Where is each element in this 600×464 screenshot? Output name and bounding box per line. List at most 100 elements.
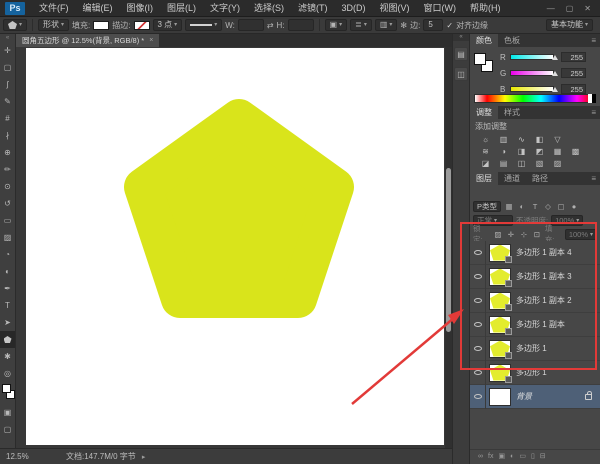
adjustment-layer-icon[interactable]: ◐ (510, 453, 514, 460)
path-arrangement-button[interactable]: ▥▾ (375, 19, 398, 31)
zoom-tool[interactable]: ◎ (0, 365, 15, 382)
screen-mode-button[interactable]: ▢ (0, 421, 15, 438)
visibility-toggle[interactable] (470, 337, 486, 361)
minimize-button[interactable]: — (547, 0, 555, 17)
layer-name[interactable]: 多边形 1 (516, 343, 547, 354)
layer-thumbnail[interactable] (490, 269, 510, 285)
menu-filter[interactable]: 滤镜(T) (291, 0, 335, 17)
blur-tool[interactable]: ◔ (0, 246, 15, 263)
checkmark-icon[interactable]: ✓ (446, 21, 453, 30)
color-spectrum-ramp[interactable] (474, 94, 596, 103)
filter-smart-objects-icon[interactable]: ▢ (556, 202, 566, 211)
path-alignment-button[interactable]: ≣▾ (350, 19, 372, 31)
layer-row-polygon-copy-2[interactable]: 多边形 1 副本 2 (470, 289, 600, 313)
history-brush-tool[interactable]: ↺ (0, 195, 15, 212)
filter-pixel-layers-icon[interactable]: ▦ (504, 202, 514, 211)
path-selection-tool[interactable]: ➤ (0, 314, 15, 331)
stroke-width-field[interactable]: 3 点▾ (153, 19, 183, 31)
green-channel-value[interactable]: 255 (561, 68, 586, 78)
menu-help[interactable]: 帮助(H) (463, 0, 508, 17)
menu-type[interactable]: 文字(Y) (203, 0, 247, 17)
tab-color[interactable]: 颜色 (470, 34, 498, 47)
layer-row-polygon-copy-4[interactable]: 多边形 1 副本 4 (470, 241, 600, 265)
layer-row-polygon-1b[interactable]: 多边形 1 (470, 361, 600, 385)
tool-preset-picker[interactable]: ▾ (3, 19, 27, 31)
posterize-icon[interactable]: ▤ (495, 158, 512, 170)
collapsed-panel-history-icon[interactable]: ▤ (454, 47, 468, 61)
path-operations-button[interactable]: ▣▾ (325, 19, 348, 31)
levels-icon[interactable]: ▥ (495, 134, 512, 146)
layer-thumbnail[interactable] (490, 317, 510, 333)
gradient-map-icon[interactable]: ▧ (531, 158, 548, 170)
green-channel-slider[interactable] (510, 70, 554, 76)
stroke-color-swatch[interactable] (134, 21, 150, 30)
curves-icon[interactable]: ∿ (513, 134, 530, 146)
menu-layer[interactable]: 图层(L) (160, 0, 203, 17)
panel-menu-icon[interactable]: ≡ (587, 34, 600, 47)
filter-adjustment-layers-icon[interactable]: ◐ (517, 202, 527, 211)
menu-image[interactable]: 图像(I) (120, 0, 161, 17)
quick-selection-tool[interactable]: ✎ (0, 93, 15, 110)
tab-close-icon[interactable]: × (149, 34, 153, 47)
layer-thumbnail[interactable] (490, 293, 510, 309)
layer-thumbnail[interactable] (490, 389, 510, 405)
red-channel-value[interactable]: 255 (561, 52, 586, 62)
black-white-icon[interactable]: ◨ (513, 146, 530, 158)
tab-swatches[interactable]: 色板 (498, 34, 526, 47)
link-layers-icon[interactable]: ∞ (478, 453, 483, 460)
marquee-tool[interactable]: ▢ (0, 59, 15, 76)
new-group-icon[interactable]: ▭ (519, 452, 526, 460)
gear-icon[interactable]: ✻ (400, 21, 407, 30)
color-balance-icon[interactable]: ◑ (495, 146, 512, 158)
eyedropper-tool[interactable]: ∤ (0, 127, 15, 144)
layer-row-polygon-1[interactable]: 多边形 1 (470, 337, 600, 361)
quick-mask-button[interactable]: ▣ (0, 404, 15, 421)
panel-menu-icon[interactable]: ≡ (587, 106, 600, 119)
panel-menu-icon[interactable]: ≡ (587, 172, 600, 185)
visibility-toggle[interactable] (470, 361, 486, 385)
fill-color-swatch[interactable] (93, 21, 109, 30)
scrollbar-thumb[interactable] (446, 168, 451, 332)
photo-filter-icon[interactable]: ◩ (531, 146, 548, 158)
slider-knob-icon[interactable] (552, 87, 558, 92)
dodge-tool[interactable]: ◐ (0, 263, 15, 280)
workspace-switcher[interactable]: 基本功能▾ (546, 19, 593, 31)
spectrum-bw-end[interactable] (588, 94, 596, 103)
selective-color-icon[interactable]: ▨ (549, 158, 566, 170)
dock-collapse-icon[interactable]: « (453, 34, 469, 41)
new-layer-icon[interactable]: ▯ (531, 452, 535, 460)
brightness-contrast-icon[interactable]: ☼ (477, 134, 494, 146)
layer-thumbnail[interactable] (490, 245, 510, 261)
sides-field[interactable]: 5 (423, 19, 443, 31)
channel-mixer-icon[interactable]: ▦ (549, 146, 566, 158)
menu-view[interactable]: 视图(V) (373, 0, 417, 17)
layer-row-background[interactable]: 背景 (470, 385, 600, 409)
lock-image-pixels-icon[interactable]: ✛ (506, 230, 516, 239)
menu-window[interactable]: 窗口(W) (417, 0, 464, 17)
tab-channels[interactable]: 通道 (498, 172, 526, 185)
tab-adjustments[interactable]: 调整 (470, 106, 498, 119)
healing-brush-tool[interactable]: ⊕ (0, 144, 15, 161)
stroke-type-select[interactable]: ▾ (185, 19, 222, 31)
eraser-tool[interactable]: ▭ (0, 212, 15, 229)
collapsed-panel-properties-icon[interactable]: ◫ (454, 67, 468, 81)
layer-name[interactable]: 多边形 1 (516, 367, 547, 378)
slider-knob-icon[interactable] (552, 71, 558, 76)
blue-channel-value[interactable]: 255 (561, 84, 586, 94)
layer-style-icon[interactable]: fx (488, 453, 493, 460)
delete-layer-icon[interactable]: ⊟ (540, 452, 546, 460)
layer-name[interactable]: 多边形 1 副本 (516, 319, 565, 330)
link-dimensions-icon[interactable]: ⇄ (267, 21, 274, 30)
tab-styles[interactable]: 样式 (498, 106, 526, 119)
toolbar-collapse-button[interactable]: « (0, 34, 15, 42)
shape-width-field[interactable] (238, 19, 264, 31)
color-lookup-icon[interactable]: ▩ (567, 146, 584, 158)
layer-name[interactable]: 背景 (516, 391, 532, 402)
lock-transparent-pixels-icon[interactable]: ▨ (493, 230, 503, 239)
red-channel-slider[interactable] (510, 54, 554, 60)
layer-row-polygon-copy[interactable]: 多边形 1 副本 (470, 313, 600, 337)
visibility-toggle[interactable] (470, 289, 486, 313)
visibility-toggle[interactable] (470, 313, 486, 337)
status-options-arrow-icon[interactable]: ▸ (142, 453, 146, 461)
gradient-tool[interactable]: ▨ (0, 229, 15, 246)
